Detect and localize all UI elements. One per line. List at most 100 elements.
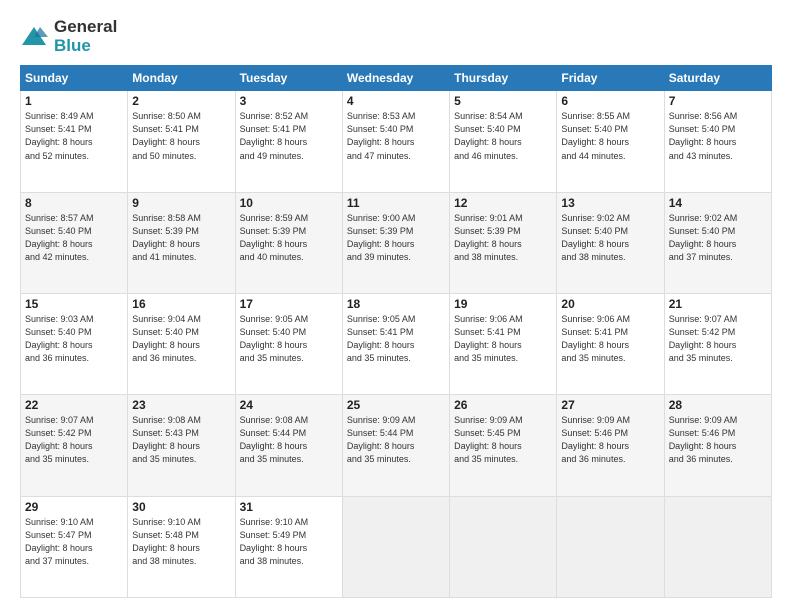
day-cell: 5Sunrise: 8:54 AM Sunset: 5:40 PM Daylig… [450,91,557,192]
day-cell: 6 Sunrise: 8:55 AM Sunset: 5:40 PM Daylig… [557,91,664,192]
day-number: 15 [25,297,123,311]
day-number: 6 [561,94,659,108]
day-cell [664,496,771,597]
day-info: Sunrise: 9:05 AM Sunset: 5:41 PM Dayligh… [347,313,445,365]
day-number: 4 [347,94,445,108]
day-number: 21 [669,297,767,311]
day-info: Sunrise: 9:03 AM Sunset: 5:40 PM Dayligh… [25,313,123,365]
week-row-3: 15 Sunrise: 9:03 AM Sunset: 5:40 PM Dayli… [21,294,772,395]
day-info: Sunrise: 8:50 AM Sunset: 5:41 PM Dayligh… [132,110,230,162]
day-cell: 27Sunrise: 9:09 AM Sunset: 5:46 PM Dayli… [557,395,664,496]
day-cell: 29Sunrise: 9:10 AM Sunset: 5:47 PM Dayli… [21,496,128,597]
col-monday: Monday [128,66,235,91]
day-number: 26 [454,398,552,412]
day-info: Sunrise: 9:02 AM Sunset: 5:40 PM Dayligh… [669,212,767,264]
day-number: 29 [25,500,123,514]
day-cell: 20 Sunrise: 9:06 AM Sunset: 5:41 PM Dayli… [557,294,664,395]
day-info: Sunrise: 9:00 AM Sunset: 5:39 PM Dayligh… [347,212,445,264]
day-cell: 12 Sunrise: 9:01 AM Sunset: 5:39 PM Dayli… [450,192,557,293]
day-number: 13 [561,196,659,210]
day-number: 18 [347,297,445,311]
logo-blue: Blue [54,37,117,56]
day-number: 5 [454,94,552,108]
day-number: 25 [347,398,445,412]
week-row-5: 29Sunrise: 9:10 AM Sunset: 5:47 PM Dayli… [21,496,772,597]
day-cell [342,496,449,597]
day-cell [557,496,664,597]
day-cell: 7Sunrise: 8:56 AM Sunset: 5:40 PM Daylig… [664,91,771,192]
day-info: Sunrise: 9:05 AM Sunset: 5:40 PM Dayligh… [240,313,338,365]
day-cell: 17 Sunrise: 9:05 AM Sunset: 5:40 PM Dayli… [235,294,342,395]
day-cell: 19 Sunrise: 9:06 AM Sunset: 5:41 PM Dayli… [450,294,557,395]
day-cell: 28Sunrise: 9:09 AM Sunset: 5:46 PM Dayli… [664,395,771,496]
day-number: 17 [240,297,338,311]
day-info: Sunrise: 9:01 AM Sunset: 5:39 PM Dayligh… [454,212,552,264]
day-cell: 9Sunrise: 8:58 AM Sunset: 5:39 PM Daylig… [128,192,235,293]
col-sunday: Sunday [21,66,128,91]
day-info: Sunrise: 8:52 AM Sunset: 5:41 PM Dayligh… [240,110,338,162]
logo: General Blue [20,18,117,55]
day-number: 11 [347,196,445,210]
col-tuesday: Tuesday [235,66,342,91]
day-cell: 11 Sunrise: 9:00 AM Sunset: 5:39 PM Dayli… [342,192,449,293]
day-info: Sunrise: 8:58 AM Sunset: 5:39 PM Dayligh… [132,212,230,264]
day-info: Sunrise: 9:06 AM Sunset: 5:41 PM Dayligh… [454,313,552,365]
day-number: 3 [240,94,338,108]
day-cell: 4Sunrise: 8:53 AM Sunset: 5:40 PM Daylig… [342,91,449,192]
day-number: 2 [132,94,230,108]
day-number: 10 [240,196,338,210]
day-number: 28 [669,398,767,412]
day-info: Sunrise: 9:08 AM Sunset: 5:44 PM Dayligh… [240,414,338,466]
day-cell: 18 Sunrise: 9:05 AM Sunset: 5:41 PM Dayli… [342,294,449,395]
day-info: Sunrise: 9:10 AM Sunset: 5:49 PM Dayligh… [240,516,338,568]
day-cell: 13 Sunrise: 9:02 AM Sunset: 5:40 PM Dayli… [557,192,664,293]
day-number: 24 [240,398,338,412]
day-info: Sunrise: 8:57 AM Sunset: 5:40 PM Dayligh… [25,212,123,264]
day-cell: 8 Sunrise: 8:57 AM Sunset: 5:40 PM Daylig… [21,192,128,293]
day-cell: 26 Sunrise: 9:09 AM Sunset: 5:45 PM Dayli… [450,395,557,496]
day-number: 22 [25,398,123,412]
day-number: 16 [132,297,230,311]
day-cell: 21 Sunrise: 9:07 AM Sunset: 5:42 PM Dayli… [664,294,771,395]
day-info: Sunrise: 9:09 AM Sunset: 5:45 PM Dayligh… [454,414,552,466]
header: General Blue [20,18,772,55]
day-cell: 3 Sunrise: 8:52 AM Sunset: 5:41 PM Daylig… [235,91,342,192]
col-thursday: Thursday [450,66,557,91]
day-info: Sunrise: 9:02 AM Sunset: 5:40 PM Dayligh… [561,212,659,264]
calendar-page: General Blue Sunday Monday Tuesday Wedne… [0,0,792,612]
day-number: 23 [132,398,230,412]
day-cell: 1 Sunrise: 8:49 AM Sunset: 5:41 PM Daylig… [21,91,128,192]
day-info: Sunrise: 8:55 AM Sunset: 5:40 PM Dayligh… [561,110,659,162]
week-row-4: 22 Sunrise: 9:07 AM Sunset: 5:42 PM Dayli… [21,395,772,496]
day-number: 14 [669,196,767,210]
week-row-2: 8 Sunrise: 8:57 AM Sunset: 5:40 PM Daylig… [21,192,772,293]
day-number: 20 [561,297,659,311]
day-info: Sunrise: 9:07 AM Sunset: 5:42 PM Dayligh… [25,414,123,466]
calendar-table: Sunday Monday Tuesday Wednesday Thursday… [20,65,772,598]
day-cell [450,496,557,597]
day-cell: 23 Sunrise: 9:08 AM Sunset: 5:43 PM Dayli… [128,395,235,496]
day-info: Sunrise: 9:07 AM Sunset: 5:42 PM Dayligh… [669,313,767,365]
day-info: Sunrise: 9:06 AM Sunset: 5:41 PM Dayligh… [561,313,659,365]
day-cell: 31 Sunrise: 9:10 AM Sunset: 5:49 PM Dayli… [235,496,342,597]
day-number: 30 [132,500,230,514]
day-info: Sunrise: 8:59 AM Sunset: 5:39 PM Dayligh… [240,212,338,264]
col-wednesday: Wednesday [342,66,449,91]
header-row: Sunday Monday Tuesday Wednesday Thursday… [21,66,772,91]
day-cell: 16Sunrise: 9:04 AM Sunset: 5:40 PM Dayli… [128,294,235,395]
day-info: Sunrise: 9:09 AM Sunset: 5:44 PM Dayligh… [347,414,445,466]
day-number: 8 [25,196,123,210]
day-number: 31 [240,500,338,514]
day-info: Sunrise: 8:49 AM Sunset: 5:41 PM Dayligh… [25,110,123,162]
day-number: 1 [25,94,123,108]
day-number: 7 [669,94,767,108]
day-number: 12 [454,196,552,210]
col-saturday: Saturday [664,66,771,91]
day-cell: 24 Sunrise: 9:08 AM Sunset: 5:44 PM Dayli… [235,395,342,496]
day-info: Sunrise: 9:08 AM Sunset: 5:43 PM Dayligh… [132,414,230,466]
col-friday: Friday [557,66,664,91]
logo-icon [20,23,48,51]
day-number: 19 [454,297,552,311]
day-cell: 22 Sunrise: 9:07 AM Sunset: 5:42 PM Dayli… [21,395,128,496]
day-number: 27 [561,398,659,412]
